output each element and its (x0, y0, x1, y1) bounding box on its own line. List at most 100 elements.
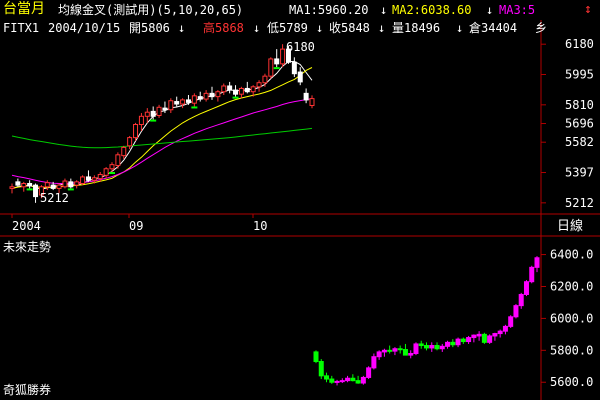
indicator-name[interactable]: 均線金叉(測試用)(5,10,20,65) (58, 3, 243, 17)
future-candle-body (424, 345, 429, 349)
future-candle-body (376, 351, 382, 358)
candle-body (238, 87, 244, 95)
candle-body (168, 100, 174, 111)
open-interest: 倉34404 (469, 21, 518, 35)
bottom-tick-label: 5600.0 (550, 375, 593, 389)
scale-toggle-icon[interactable]: ↕ (584, 3, 592, 17)
top-tick-label: 5582 (565, 135, 594, 149)
future-candle-body (402, 349, 408, 356)
future-candle-body (481, 333, 487, 343)
peak-annotation: 6180 (286, 40, 315, 54)
future-candle-body (460, 338, 466, 343)
candle-body (250, 86, 256, 93)
trough-annotation: 5212 (40, 191, 69, 205)
future-candle-body (355, 380, 361, 384)
candle-body (50, 184, 56, 189)
candle-body (138, 115, 144, 126)
future-candle-body (366, 367, 372, 378)
future-candle-body (387, 349, 393, 352)
high-down-arrow-icon: ↓ (253, 21, 261, 35)
candle-body (209, 92, 215, 98)
candle-body (233, 89, 239, 95)
future-candle-body (429, 345, 435, 349)
candle-body (103, 168, 109, 176)
low-price: 低5789 (267, 21, 308, 35)
ma1-down-arrow-icon: ↓ (380, 3, 388, 17)
top-tick-label: 5212 (565, 196, 594, 210)
open-price: 開5806 (129, 21, 170, 35)
close-price: 收5848 (329, 21, 370, 35)
bottom-tick-label: 6200.0 (550, 279, 593, 293)
ma2-down-arrow-icon: ↓ (486, 3, 494, 17)
top-tick-label: 5696 (565, 117, 594, 131)
candle-body (62, 180, 68, 188)
future-candle-body (518, 293, 524, 307)
future-candle-body (497, 330, 503, 335)
bottom-price-axis: 6400.0 6200.0 6000.0 5800.0 5600.0 (541, 248, 593, 389)
candle-body (150, 110, 156, 117)
candle-body (244, 87, 250, 93)
future-candle-body (324, 375, 330, 380)
candle-body (33, 184, 39, 198)
future-candle-body (487, 335, 493, 343)
candle-body (191, 95, 197, 104)
candle-body (109, 164, 115, 170)
date-label: 2004 (12, 219, 41, 233)
candle-body (9, 186, 15, 189)
bottom-tick-label: 5800.0 (550, 343, 593, 357)
candle-body (133, 124, 139, 139)
top-tick-label: 5995 (565, 68, 594, 82)
candle-body (268, 58, 274, 77)
candle-body (262, 75, 268, 84)
symbol-code: FITX1 (3, 21, 40, 35)
future-candle-body (455, 338, 461, 346)
candle-body (15, 181, 21, 186)
period-daily-button[interactable]: 日線 (557, 220, 583, 234)
volume: 量18496 (392, 21, 441, 35)
candle-body (174, 101, 180, 105)
top-price-axis: 6180 5995 5810 5696 5582 5397 5212 (541, 37, 594, 210)
top-tick-label: 6180 (565, 37, 594, 51)
candle-body (221, 85, 227, 93)
future-trend-title: 未來走勢 (3, 240, 52, 254)
candle-body (127, 137, 133, 147)
candle-body (227, 85, 233, 91)
future-candle-body (329, 378, 335, 383)
future-candle-body (350, 377, 356, 382)
future-candle-body (313, 351, 319, 362)
future-candle-body (502, 325, 508, 332)
date-axis: 2004 09 10 (11, 214, 267, 233)
future-candle-body (418, 343, 424, 347)
candle-body (68, 181, 74, 188)
candle-body (80, 176, 86, 184)
future-candle-body (523, 281, 529, 295)
candle-body (56, 184, 62, 189)
future-candle-body (445, 341, 451, 347)
date-label: 09 (129, 219, 143, 233)
open-down-arrow-icon: ↓ (178, 21, 186, 35)
future-candle-body (345, 377, 351, 382)
candle-body (197, 96, 203, 100)
chart-canvas: 6180 5995 5810 5696 5582 5397 5212 2004 09 10 64… (0, 20, 600, 400)
future-candle-body (397, 348, 403, 351)
future-candle-body (413, 343, 419, 355)
candle-body (297, 71, 303, 83)
ma2-value: MA2:6038.60 (392, 3, 472, 17)
candle-body (85, 176, 91, 181)
ma3-value: MA3:5 (499, 3, 536, 17)
candle-body (280, 48, 286, 65)
candle-body (115, 154, 121, 166)
candle-body (97, 173, 103, 180)
candle-body (180, 99, 186, 105)
candle-body (27, 183, 33, 187)
candle-body (203, 92, 209, 100)
future-candle-body (450, 341, 456, 346)
candle-body (309, 98, 315, 106)
future-candle-body (408, 353, 414, 356)
future-candle-body (392, 348, 398, 352)
contract-title[interactable]: 台當月 (3, 2, 45, 16)
candle-body (185, 99, 191, 103)
future-candle-body (471, 334, 477, 339)
future-candle-body (508, 316, 514, 327)
future-candle-body (381, 349, 387, 353)
